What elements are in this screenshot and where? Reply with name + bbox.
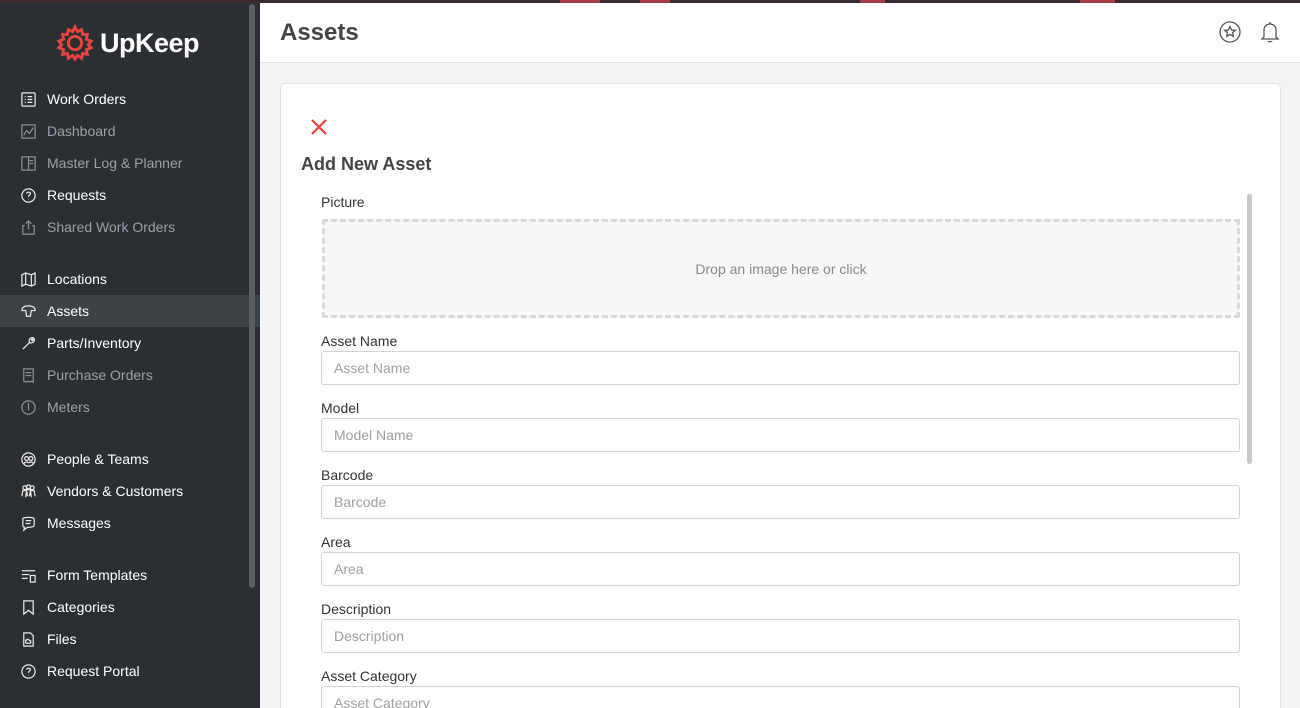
- sidebar-item-messages[interactable]: Messages: [0, 507, 260, 539]
- top-stripe: [0, 0, 1300, 3]
- sidebar-scrollbar[interactable]: [249, 4, 255, 588]
- sidebar-item-label: Parts/Inventory: [47, 335, 142, 351]
- logo[interactable]: UpKeep: [56, 22, 200, 64]
- sidebar-item-label: Shared Work Orders: [47, 219, 176, 235]
- sidebar-item-shared-work-orders[interactable]: Shared Work Orders: [0, 211, 260, 243]
- form-icon: [19, 566, 37, 584]
- bell-icon[interactable]: [1258, 20, 1282, 44]
- model-input[interactable]: [321, 418, 1240, 452]
- image-dropzone[interactable]: Drop an image here or click: [322, 219, 1240, 318]
- sidebar-item-label: Meters: [47, 399, 90, 415]
- barcode-input[interactable]: [321, 485, 1240, 519]
- dropzone-hint: Drop an image here or click: [695, 260, 867, 277]
- sidebar-item-meters[interactable]: Meters: [0, 391, 260, 423]
- page-title: Assets: [280, 19, 359, 46]
- sidebar-item-form-templates[interactable]: Form Templates: [0, 559, 260, 591]
- sidebar-item-label: Messages: [47, 515, 111, 531]
- sidebar-item-master-log-planner[interactable]: Master Log & Planner: [0, 147, 260, 179]
- area-label: Area: [321, 534, 351, 550]
- sidebar-item-dashboard[interactable]: Dashboard: [0, 115, 260, 147]
- sidebar-item-label: Request Portal: [47, 663, 140, 679]
- picture-label: Picture: [321, 194, 365, 210]
- gear-logo-icon: [56, 24, 94, 62]
- planner-icon: [19, 154, 37, 172]
- logo-text: UpKeep: [100, 27, 200, 58]
- header: Assets: [260, 3, 1300, 63]
- chart-icon: [19, 122, 37, 140]
- receipt-icon: [19, 366, 37, 384]
- form-title: Add New Asset: [301, 154, 432, 174]
- sidebar-item-vendors-customers[interactable]: Vendors & Customers: [0, 475, 260, 507]
- model-label: Model: [321, 400, 360, 416]
- barcode-label: Barcode: [321, 467, 374, 483]
- sidebar-item-label: Master Log & Planner: [47, 155, 183, 171]
- sidebar-item-locations[interactable]: Locations: [0, 263, 260, 295]
- sidebar-item-label: Locations: [47, 271, 107, 287]
- chat-icon: [19, 514, 37, 532]
- sidebar-item-parts-inventory[interactable]: Parts/Inventory: [0, 327, 260, 359]
- sidebar-item-purchase-orders[interactable]: Purchase Orders: [0, 359, 260, 391]
- star-icon[interactable]: [1218, 20, 1242, 44]
- sidebar-item-label: Requests: [47, 187, 107, 203]
- question-icon: [19, 662, 37, 680]
- sidebar-item-assets[interactable]: Assets: [0, 295, 260, 327]
- wrench-icon: [19, 334, 37, 352]
- close-button[interactable]: [309, 117, 329, 137]
- people-icon: [19, 450, 37, 468]
- sidebar-item-request-portal[interactable]: Request Portal: [0, 655, 260, 687]
- sidebar-item-requests[interactable]: Requests: [0, 179, 260, 211]
- asset-name-input[interactable]: [321, 351, 1240, 385]
- list-icon: [19, 90, 37, 108]
- sidebar-item-categories[interactable]: Categories: [0, 591, 260, 623]
- sidebar-item-files[interactable]: Files: [0, 623, 260, 655]
- sidebar-item-label: Vendors & Customers: [47, 483, 184, 499]
- sidebar-item-label: Work Orders: [47, 91, 127, 107]
- sidebar-item-label: Assets: [47, 303, 90, 319]
- asset-category-input[interactable]: [321, 686, 1240, 708]
- sidebar-item-label: Categories: [47, 599, 115, 615]
- share-icon: [19, 218, 37, 236]
- vendors-icon: [19, 482, 37, 500]
- file-icon: [19, 630, 37, 648]
- bookmark-icon: [19, 598, 37, 616]
- meter-icon: [19, 398, 37, 416]
- sidebar-item-label: People & Teams: [47, 451, 149, 467]
- close-icon: [311, 119, 327, 135]
- sidebar-item-label: Dashboard: [47, 123, 116, 139]
- sidebar-item-work-orders[interactable]: Work Orders: [0, 83, 260, 115]
- description-label: Description: [321, 601, 392, 617]
- asset-icon: [19, 302, 37, 320]
- sidebar: UpKeep Work Orders Dashboard Master Log & …: [0, 0, 260, 708]
- map-icon: [19, 270, 37, 288]
- sidebar-item-label: Files: [47, 631, 77, 647]
- asset-category-label: Asset Category: [321, 668, 417, 684]
- sidebar-item-people-teams[interactable]: People & Teams: [0, 443, 260, 475]
- add-asset-panel: Add New Asset Picture Drop an image here…: [280, 83, 1281, 708]
- sidebar-item-label: Form Templates: [47, 567, 148, 583]
- form-scrollbar[interactable]: [1247, 194, 1252, 464]
- area-input[interactable]: [321, 552, 1240, 586]
- description-input[interactable]: [321, 619, 1240, 653]
- asset-name-label: Asset Name: [321, 333, 398, 349]
- question-icon: [19, 186, 37, 204]
- sidebar-item-label: Purchase Orders: [47, 367, 153, 383]
